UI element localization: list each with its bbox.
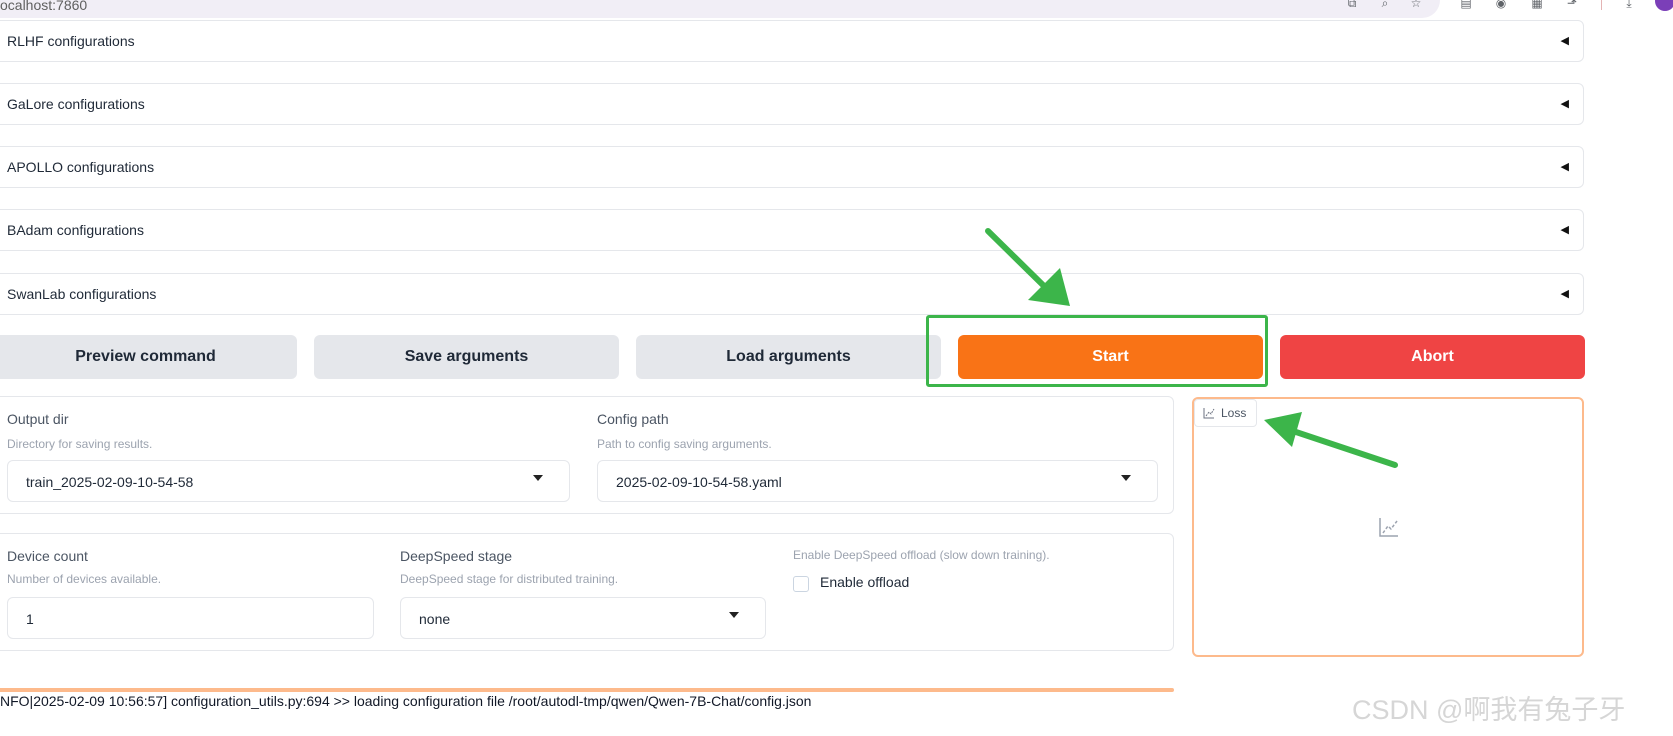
arrow-head-loss xyxy=(1264,412,1302,447)
log-progress-bar xyxy=(0,688,1174,692)
log-output-line: NFO|2025-02-09 10:56:57] configuration_u… xyxy=(0,693,812,709)
arrow-to-start xyxy=(985,228,1048,290)
csdn-watermark: CSDN @啊我有兔子牙 xyxy=(1352,695,1626,725)
annotation-arrows xyxy=(985,228,1398,468)
arrow-to-loss xyxy=(1287,427,1398,468)
